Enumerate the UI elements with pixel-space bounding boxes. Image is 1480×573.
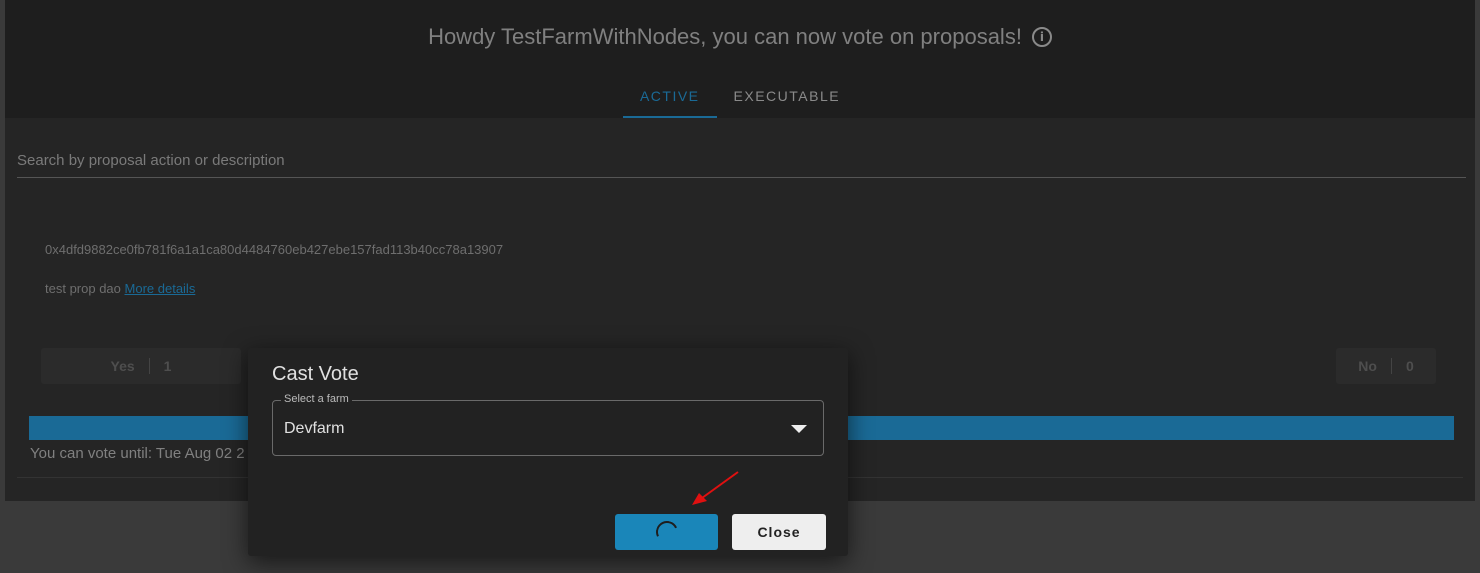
tab-executable[interactable]: EXECUTABLE [717,78,858,118]
no-count: 0 [1405,358,1414,374]
proposal-hash: 0x4dfd9882ce0fb781f6a1a1ca80d4484760eb42… [45,242,504,257]
search-input[interactable] [17,144,1466,178]
dialog-title: Cast Vote [272,363,359,385]
farm-select-label: Select a farm [281,393,352,405]
spinner-icon [652,517,681,547]
greeting: Howdy TestFarmWithNodes, you can now vot… [5,24,1475,50]
yes-count: 1 [163,358,172,374]
greeting-text: Howdy TestFarmWithNodes, you can now vot… [428,24,1022,49]
chevron-down-icon [791,425,807,433]
proposal-description: test prop dao More details [45,281,195,296]
annotation-arrow-icon [692,471,739,505]
tab-bar: ACTIVE EXECUTABLE [5,78,1475,118]
submit-vote-button[interactable] [615,514,718,550]
close-button[interactable]: Close [732,514,826,550]
vote-until-text: You can vote until: Tue Aug 02 2 [30,445,245,462]
cast-vote-dialog: Cast Vote Select a farm Devfarm Close [248,348,848,556]
page: Howdy TestFarmWithNodes, you can now vot… [0,0,1480,573]
header: Howdy TestFarmWithNodes, you can now vot… [5,0,1475,118]
no-separator [1390,358,1392,374]
vote-no-button[interactable]: No 0 [1336,348,1436,384]
tab-active[interactable]: ACTIVE [622,78,717,118]
farm-select-value: Devfarm [284,420,345,437]
more-details-link[interactable]: More details [125,281,196,296]
no-label: No [1358,358,1377,374]
farm-select[interactable]: Select a farm Devfarm [272,393,824,456]
yes-separator [148,358,150,374]
vote-yes-button[interactable]: Yes 1 [41,348,241,384]
info-icon[interactable]: i [1031,27,1052,47]
yes-label: Yes [110,358,135,374]
proposal-description-text: test prop dao [45,281,121,296]
